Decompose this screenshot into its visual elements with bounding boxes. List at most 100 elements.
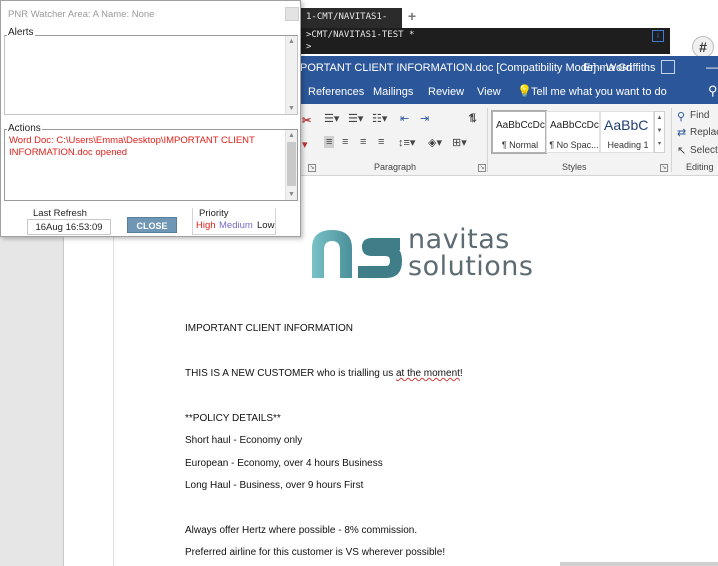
style-sample: AaBbCcDc bbox=[550, 120, 599, 131]
document-paragraph: **POLICY DETAILS** bbox=[185, 413, 281, 424]
bullets-icon[interactable]: ☰▾ bbox=[324, 112, 339, 125]
word-title-bar: PORTANT CLIENT INFORMATION.doc [Compatib… bbox=[300, 56, 718, 80]
justify-icon[interactable]: ≡ bbox=[378, 136, 384, 148]
document-paragraph: European - Economy, over 4 hours Busines… bbox=[185, 458, 383, 469]
style-sample: AaBbC bbox=[604, 117, 649, 133]
select-icon[interactable]: ↖ bbox=[677, 144, 686, 157]
action-message[interactable]: Word Doc: C:\Users\Emma\Desktop\IMPORTAN… bbox=[9, 135, 279, 159]
scroll-up-icon[interactable]: ▲ bbox=[286, 130, 297, 141]
format-painter-icon[interactable]: ▾ bbox=[302, 138, 308, 151]
text-run: THIS IS A NEW CUSTOMER who is trialling … bbox=[185, 368, 396, 379]
decrease-indent-icon[interactable]: ⇤ bbox=[400, 112, 409, 125]
status-bar bbox=[560, 562, 718, 566]
borders-icon[interactable]: ⊞▾ bbox=[452, 136, 467, 149]
replace-icon[interactable]: ⇄ bbox=[677, 126, 686, 139]
priority-legend: Priority High Medium Low bbox=[192, 208, 276, 235]
search-icon[interactable]: ⚲ bbox=[708, 83, 718, 99]
document-paragraph: Long Haul - Business, over 9 hours First bbox=[185, 480, 364, 491]
terminal-tab-bar: 1-CMT/NAVITAS1- + bbox=[300, 0, 718, 28]
group-label-paragraph: Paragraph bbox=[374, 162, 417, 172]
pilcrow-icon[interactable]: ¶ bbox=[470, 112, 476, 124]
paragraph-dialog-launcher-icon[interactable]: ↘ bbox=[478, 164, 486, 172]
window-title: PNR Watcher Area: A Name: None bbox=[8, 9, 155, 20]
tell-me-input[interactable]: Tell me what you want to do bbox=[531, 86, 667, 98]
user-name[interactable]: Emma Griffiths bbox=[583, 62, 656, 74]
style-normal[interactable]: AaBbCcDc ¶ Normal bbox=[491, 110, 547, 154]
alerts-list[interactable]: ▲ ▼ bbox=[4, 35, 298, 115]
actions-label: Actions bbox=[7, 123, 42, 134]
font-dialog-launcher-icon[interactable]: ↘ bbox=[308, 164, 316, 172]
tab-review[interactable]: Review bbox=[428, 86, 464, 98]
navitas-logo-mark-icon bbox=[312, 230, 402, 278]
priority-high: High bbox=[196, 220, 216, 231]
scroll-down-icon[interactable]: ⇩ bbox=[652, 30, 664, 42]
find-button[interactable]: Find bbox=[690, 110, 709, 121]
select-button[interactable]: Select bbox=[690, 145, 718, 156]
group-label-editing: Editing bbox=[686, 162, 714, 172]
ribbon-tabs: References Mailings Review View 💡 Tell m… bbox=[300, 80, 718, 104]
alerts-label: Alerts bbox=[7, 27, 35, 38]
scrollbar-thumb[interactable] bbox=[287, 142, 296, 186]
document-paragraph: Preferred airline for this customer is V… bbox=[185, 547, 446, 558]
navitas-logo: navitas solutions bbox=[310, 226, 540, 282]
minimize-icon[interactable]: — bbox=[706, 60, 718, 74]
actions-list[interactable]: Word Doc: C:\Users\Emma\Desktop\IMPORTAN… bbox=[4, 129, 298, 201]
ribbon-display-options-icon[interactable] bbox=[661, 60, 675, 74]
priority-low: Low bbox=[257, 220, 275, 231]
scrollbar[interactable]: ▲ ▼ bbox=[285, 36, 297, 114]
ribbon-separator bbox=[671, 108, 672, 172]
last-refresh-label: Last Refresh bbox=[33, 208, 87, 219]
pnr-watcher-window: PNR Watcher Area: A Name: None ▲ ▼ Alert… bbox=[0, 0, 301, 237]
scroll-down-icon[interactable]: ▼ bbox=[286, 103, 297, 114]
align-left-icon[interactable]: ≡ bbox=[324, 136, 335, 148]
scroll-up-icon[interactable]: ▲ bbox=[286, 36, 297, 47]
align-center-icon[interactable]: ≡ bbox=[342, 136, 348, 148]
tab-view[interactable]: View bbox=[477, 86, 501, 98]
style-sample: AaBbCcDc bbox=[496, 120, 545, 131]
terminal-line: > bbox=[306, 42, 312, 52]
style-name: Heading 1 bbox=[607, 140, 649, 150]
increase-indent-icon[interactable]: ⇥ bbox=[420, 112, 429, 125]
spelling-flag[interactable]: at the moment bbox=[396, 368, 460, 379]
clipboard-icon[interactable]: ✂ bbox=[302, 114, 311, 127]
lightbulb-icon: 💡 bbox=[517, 84, 532, 98]
align-right-icon[interactable]: ≡ bbox=[360, 136, 366, 148]
style-heading-1[interactable]: AaBbC Heading 1 bbox=[600, 111, 654, 153]
document-paragraph: Always offer Hertz where possible - 8% c… bbox=[185, 525, 418, 536]
terminal-tab[interactable]: 1-CMT/NAVITAS1- bbox=[300, 8, 402, 28]
style-name: ¶ Normal bbox=[501, 140, 539, 150]
hash-button[interactable]: # bbox=[692, 36, 714, 58]
navigation-strip bbox=[0, 236, 64, 566]
document-paragraph: Short haul - Economy only bbox=[185, 435, 303, 446]
styles-dialog-launcher-icon[interactable]: ↘ bbox=[660, 164, 668, 172]
numbering-icon[interactable]: ☰▾ bbox=[348, 112, 363, 125]
tab-mailings[interactable]: Mailings bbox=[373, 86, 413, 98]
scroll-down-icon[interactable]: ▼ bbox=[286, 189, 297, 200]
window-control-button[interactable] bbox=[285, 7, 299, 21]
close-button[interactable]: CLOSE bbox=[127, 217, 177, 233]
find-icon[interactable]: ⚲ bbox=[677, 110, 685, 123]
priority-label: Priority bbox=[199, 208, 229, 219]
terminal-output[interactable]: >CMT/NAVITAS1-TEST * > ⇩ bbox=[300, 28, 670, 54]
style-no-spacing[interactable]: AaBbCcDc ¶ No Spac... bbox=[546, 111, 600, 153]
line-spacing-icon[interactable]: ↕≡▾ bbox=[398, 136, 415, 149]
shading-icon[interactable]: ◈▾ bbox=[428, 136, 442, 149]
multilevel-list-icon[interactable]: ☷▾ bbox=[372, 112, 387, 125]
last-refresh: Last Refresh 16Aug 16:53:09 bbox=[27, 208, 112, 235]
last-refresh-value: 16Aug 16:53:09 bbox=[27, 219, 111, 235]
style-name: ¶ No Spac... bbox=[549, 140, 599, 150]
group-label-styles: Styles bbox=[562, 162, 587, 172]
replace-button[interactable]: Replac bbox=[690, 127, 718, 138]
tab-references[interactable]: References bbox=[308, 86, 364, 98]
document-heading: IMPORTANT CLIENT INFORMATION bbox=[185, 323, 353, 334]
priority-medium: Medium bbox=[219, 220, 253, 231]
terminal-line: >CMT/NAVITAS1-TEST * bbox=[306, 30, 415, 40]
scrollbar[interactable]: ▲ ▼ bbox=[285, 130, 297, 200]
ribbon-separator bbox=[487, 108, 488, 172]
new-tab-button[interactable]: + bbox=[405, 8, 419, 24]
ribbon: ✂ ▾ ☰▾ ☰▾ ☷▾ ⇤ ⇥ ⇅ ¶ ≡ ≡ ≡ ≡ ↕≡▾ ◈▾ ⊞▾ ↘… bbox=[300, 104, 718, 176]
text-run: ! bbox=[459, 368, 463, 379]
logo-wordmark: navitas bbox=[408, 224, 510, 255]
styles-scroll[interactable]: ▲ ▼ ▾ bbox=[654, 111, 665, 153]
logo-wordmark: solutions bbox=[408, 251, 534, 282]
